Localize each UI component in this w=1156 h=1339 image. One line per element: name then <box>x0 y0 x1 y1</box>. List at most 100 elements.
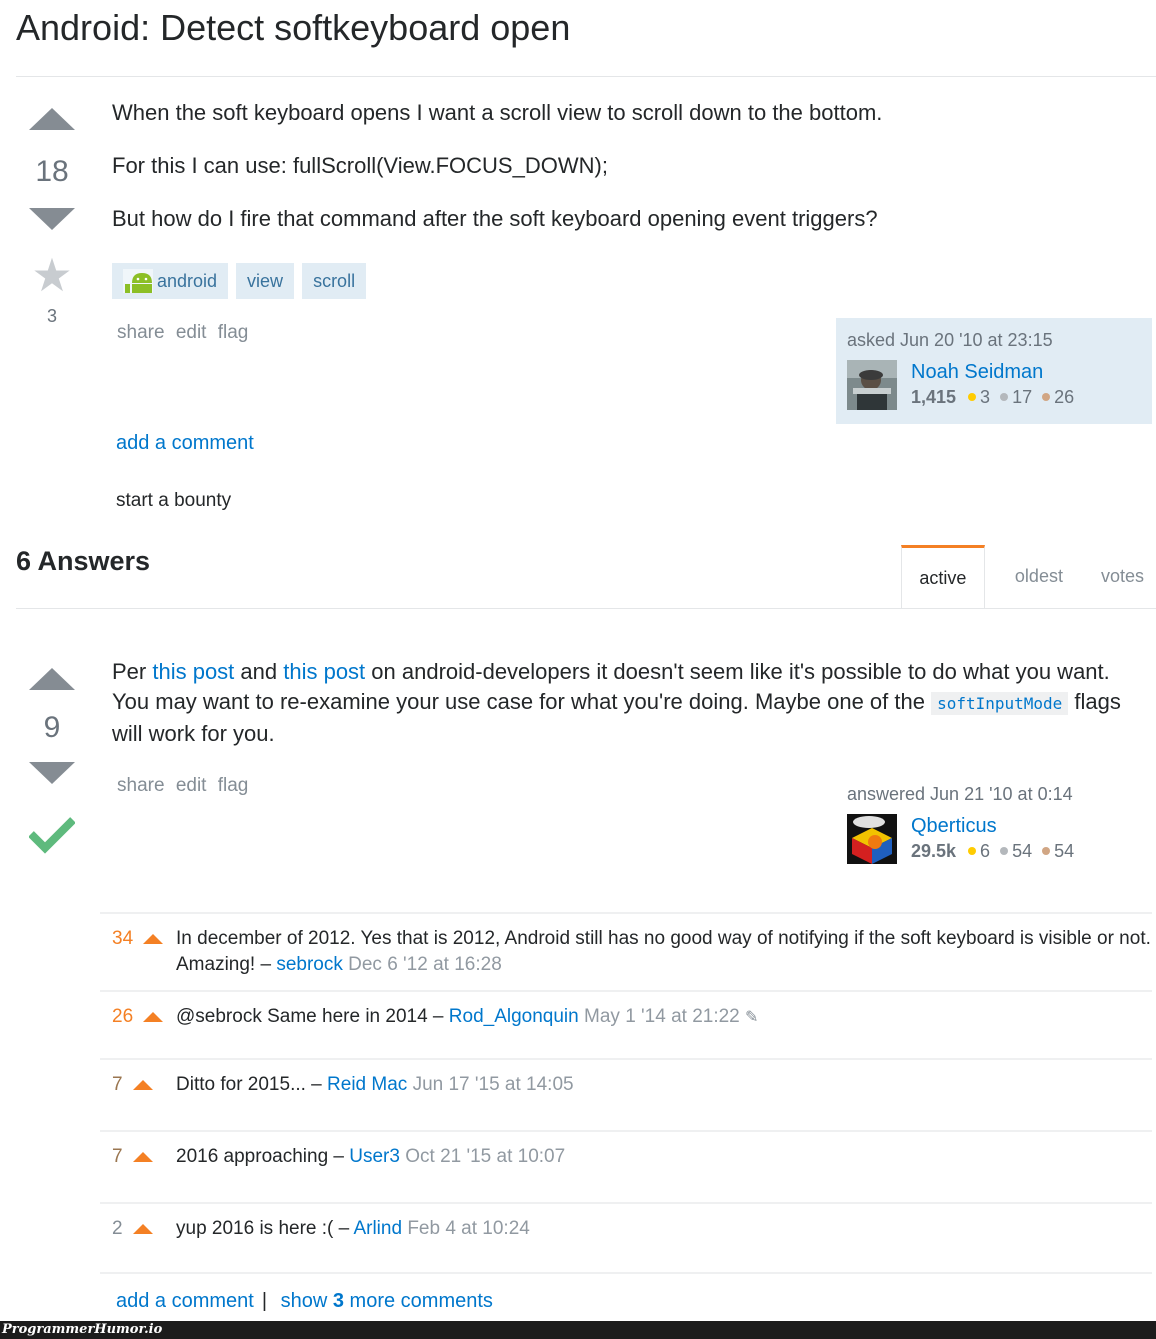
edit-link[interactable]: edit <box>176 775 207 796</box>
tag-view[interactable]: view <box>236 263 295 299</box>
flag-link[interactable]: flag <box>218 322 249 343</box>
comment-date[interactable]: Oct 21 '15 at 10:07 <box>405 1146 565 1167</box>
comment-score: 26 <box>100 1004 166 1058</box>
comment-body: 2016 approaching – User3 Oct 21 '15 at 1… <box>166 1144 1152 1202</box>
avatar[interactable] <box>847 814 897 864</box>
comment-upvote-icon[interactable] <box>132 1152 153 1162</box>
tag-label: android <box>157 271 218 291</box>
reputation-score: 29.5k <box>911 841 957 861</box>
comment-item: 34 In december of 2012. Yes that is 2012… <box>100 912 1152 990</box>
upvote-icon[interactable] <box>29 108 75 130</box>
user-name-link[interactable]: Qberticus <box>911 814 1074 838</box>
tab-oldest[interactable]: oldest <box>1003 545 1075 608</box>
user-reputation: 1,415 3 17 26 <box>911 384 1074 410</box>
edited-pencil-icon: ✎ <box>745 1009 759 1026</box>
upvote-icon[interactable] <box>29 668 75 690</box>
comment-text: @sebrock Same here in 2014 – <box>176 1006 449 1027</box>
comment-item: 26 @sebrock Same here in 2014 – Rod_Algo… <box>100 990 1152 1058</box>
bronze-badge-icon <box>1042 847 1051 856</box>
answer-sort-tabs: active oldest votes <box>900 545 1156 608</box>
add-comment-link[interactable]: add a comment <box>116 1290 254 1312</box>
comment-score: 7 <box>100 1072 166 1130</box>
comment-score: 34 <box>100 926 166 990</box>
answer-body: Per this post and this post on android-d… <box>112 657 1132 772</box>
comment-upvote-icon[interactable] <box>143 1012 164 1022</box>
comment-date[interactable]: Dec 6 '12 at 16:28 <box>348 954 502 975</box>
comment-list: 34 In december of 2012. Yes that is 2012… <box>100 912 1152 1274</box>
tab-active[interactable]: active <box>900 545 985 608</box>
gold-badge-icon <box>968 393 977 402</box>
user-name-link[interactable]: Noah Seidman <box>911 360 1074 384</box>
start-bounty-link[interactable]: start a bounty <box>116 490 231 512</box>
tag-list: android view scroll <box>112 263 367 299</box>
silver-badge-count: 17 <box>1012 387 1033 407</box>
comment-date[interactable]: Jun 17 '15 at 14:05 <box>413 1074 574 1095</box>
comment-item: 2 yup 2016 is here :( – Arlind Feb 4 at … <box>100 1202 1152 1274</box>
answer-post-menu: share edit flag <box>117 775 254 797</box>
avatar[interactable] <box>847 360 897 410</box>
comment-user-link[interactable]: Arlind <box>353 1218 402 1239</box>
question-paragraph: For this I can use: fullScroll(View.FOCU… <box>112 153 608 178</box>
comment-item: 7 Ditto for 2015... – Reid Mac Jun 17 '1… <box>100 1058 1152 1130</box>
question-owner-card: asked Jun 20 '10 at 23:15 Noah Seidman 1… <box>836 318 1152 424</box>
tab-votes[interactable]: votes <box>1089 545 1156 608</box>
comment-score-value: 34 <box>112 928 134 949</box>
tag-android[interactable]: android <box>112 263 229 299</box>
show-more-text: show <box>280 1290 333 1312</box>
this-post-link-2[interactable]: this post <box>283 659 365 684</box>
comment-user-link[interactable]: User3 <box>349 1146 400 1167</box>
downvote-icon[interactable] <box>29 762 75 784</box>
comment-body: In december of 2012. Yes that is 2012, A… <box>166 926 1152 990</box>
answer-text: and <box>234 659 284 684</box>
comment-item: 7 2016 approaching – User3 Oct 21 '15 at… <box>100 1130 1152 1202</box>
question-vote-cell: 18 ★ 3 <box>16 108 88 327</box>
favorite-star-icon[interactable]: ★ <box>16 252 88 298</box>
question-body: When the soft keyboard opens I want a sc… <box>112 98 1142 257</box>
question-post-menu: share edit flag <box>117 322 254 344</box>
share-link[interactable]: share <box>117 775 165 796</box>
question-title[interactable]: Android: Detect softkeyboard open <box>16 6 570 50</box>
android-icon <box>123 269 153 293</box>
inline-code: softInputMode <box>931 692 1069 715</box>
edit-link[interactable]: edit <box>176 322 207 343</box>
favorite-count: 3 <box>46 306 57 326</box>
this-post-link-1[interactable]: this post <box>152 659 234 684</box>
comment-user-link[interactable]: Reid Mac <box>327 1074 407 1095</box>
comment-body: yup 2016 is here :( – Arlind Feb 4 at 10… <box>166 1216 1152 1272</box>
gold-badge-count: 6 <box>980 841 991 861</box>
downvote-icon[interactable] <box>29 208 75 230</box>
show-more-count: 3 <box>332 1290 344 1312</box>
user-reputation: 29.5k 6 54 54 <box>911 838 1074 864</box>
comment-user-link[interactable]: sebrock <box>276 954 343 975</box>
bronze-badge-count: 54 <box>1054 841 1075 861</box>
comment-text: 2016 approaching – <box>176 1146 350 1167</box>
comment-date[interactable]: Feb 4 at 10:24 <box>407 1218 530 1239</box>
comment-score-value: 7 <box>112 1074 123 1095</box>
show-more-text: more comments <box>344 1290 493 1312</box>
add-comment-link[interactable]: add a comment <box>116 432 254 455</box>
show-more-comments-link[interactable]: show 3 more comments <box>281 1290 493 1312</box>
gold-badge-count: 3 <box>980 387 991 407</box>
question-paragraph: When the soft keyboard opens I want a sc… <box>112 100 883 125</box>
comment-score: 2 <box>100 1216 166 1272</box>
comment-upvote-icon[interactable] <box>132 1224 153 1234</box>
comment-user-link[interactable]: Rod_Algonquin <box>449 1006 579 1027</box>
bronze-badge-count: 26 <box>1054 387 1075 407</box>
comment-upvote-icon[interactable] <box>143 934 164 944</box>
comment-score: 7 <box>100 1144 166 1202</box>
comment-text: yup 2016 is here :( – <box>176 1218 354 1239</box>
tag-scroll[interactable]: scroll <box>302 263 367 299</box>
divider <box>16 76 1156 77</box>
bronze-badge-icon <box>1042 393 1051 402</box>
divider <box>16 608 1156 609</box>
share-link[interactable]: share <box>117 322 165 343</box>
reputation-score: 1,415 <box>911 387 957 407</box>
asked-timestamp[interactable]: asked Jun 20 '10 at 23:15 <box>847 328 1141 352</box>
answers-count-heading: 6 Answers <box>16 546 151 576</box>
comment-date[interactable]: May 1 '14 at 21:22 <box>584 1006 740 1027</box>
silver-badge-icon <box>1000 847 1009 856</box>
comment-upvote-icon[interactable] <box>132 1080 153 1090</box>
flag-link[interactable]: flag <box>218 775 249 796</box>
answer-text: Per <box>112 659 153 684</box>
answered-timestamp[interactable]: answered Jun 21 '10 at 0:14 <box>847 782 1141 806</box>
